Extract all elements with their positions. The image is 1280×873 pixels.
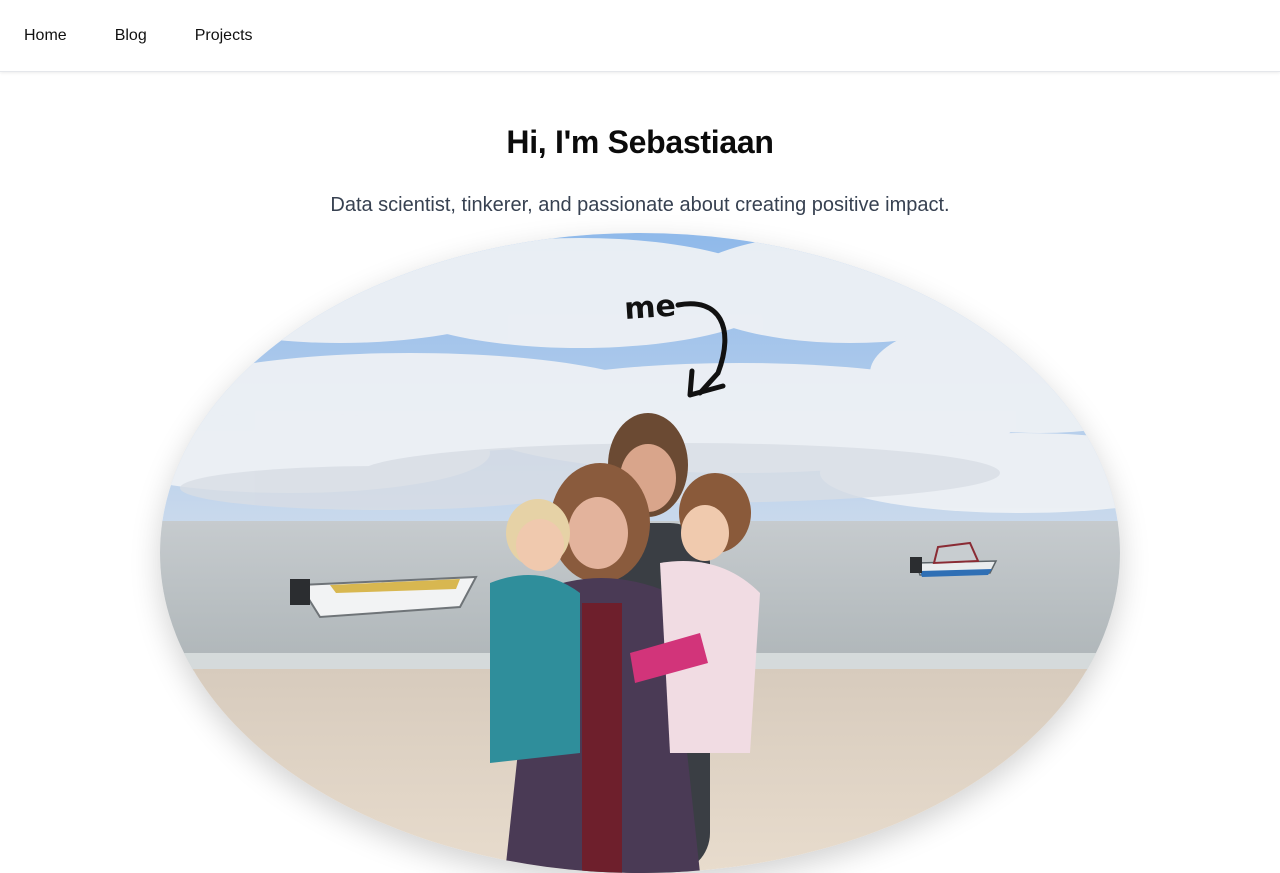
family-beach-photo: me [160,233,1120,873]
me-label: me [623,288,677,327]
nav-link-projects[interactable]: Projects [195,26,253,46]
top-navigation: Home Blog Projects [0,0,1280,72]
page-subtitle: Data scientist, tinkerer, and passionate… [330,194,950,216]
page-title: Hi, I'm Sebastiaan [506,124,774,160]
nav-link-home[interactable]: Home [24,26,67,46]
hero-photo: me [160,233,1120,873]
nav-link-blog[interactable]: Blog [115,26,147,46]
